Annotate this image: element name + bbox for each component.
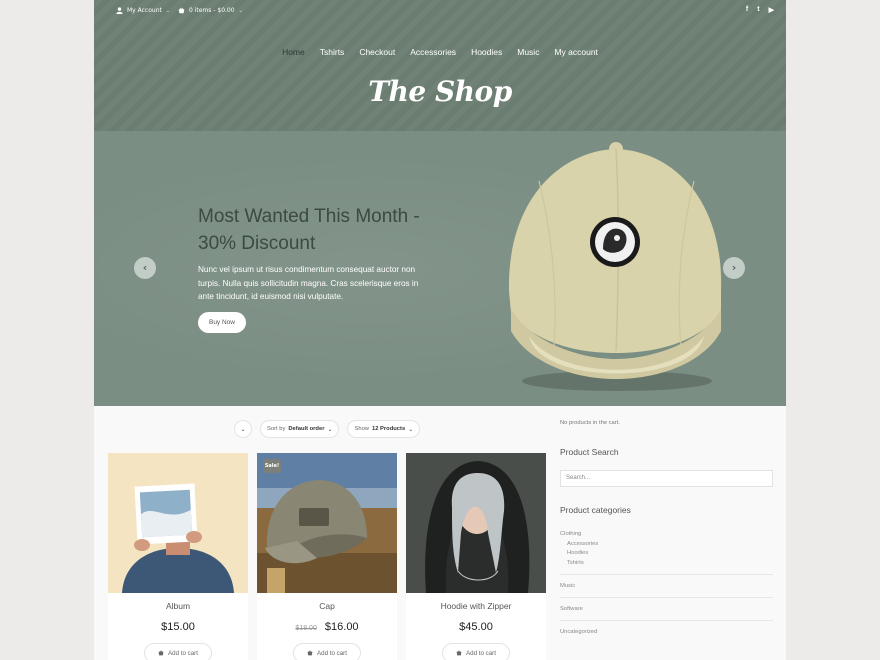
product-image-cap[interactable]: Sale!: [257, 453, 397, 593]
main-navigation: Home Tshirts Checkout Accessories Hoodie…: [94, 47, 786, 57]
nav-item-checkout[interactable]: Checkout: [359, 47, 395, 57]
mini-cart-menu[interactable]: 0 items - $0.00 ⌄: [178, 7, 243, 14]
chevron-left-icon: ‹: [142, 261, 148, 274]
category-software[interactable]: Software: [560, 606, 773, 612]
category-tshirts[interactable]: Tshirts: [560, 559, 773, 569]
show-count-select[interactable]: Show 12 Products ⌄: [347, 420, 421, 438]
cart-summary: 0 items - $0.00: [189, 7, 235, 14]
product-current-price: $15.00: [161, 621, 195, 633]
hoodie-photo: [406, 453, 546, 593]
bag-icon: [158, 650, 164, 656]
shop-toolbar: ⌄ Sort by Default order ⌄ Show 12 Produc…: [234, 420, 421, 438]
product-name[interactable]: Album: [108, 601, 248, 611]
nav-item-tshirts[interactable]: Tshirts: [320, 47, 345, 57]
show-count-value: 12 Products: [372, 426, 406, 432]
product-search-title: Product Search: [560, 447, 619, 457]
add-to-cart-label: Add to cart: [168, 649, 198, 657]
add-to-cart-button[interactable]: Add to cart: [442, 643, 510, 660]
hero-text: Nunc vel ipsum ut risus condimentum cons…: [198, 265, 419, 301]
add-to-cart-label: Add to cart: [317, 649, 347, 657]
social-links: f t ▶: [746, 6, 774, 14]
chevron-down-icon: ⌄: [165, 7, 171, 14]
cart-icon: [178, 7, 185, 14]
hero-title: Most Wanted This Month - 30% Discount: [198, 206, 420, 254]
chevron-down-icon: ⌄: [240, 426, 246, 433]
bag-icon: [307, 650, 313, 656]
cap-photo: [257, 453, 397, 593]
chevron-down-icon: ⌄: [238, 7, 243, 14]
category-clothing[interactable]: Clothing: [560, 530, 773, 540]
category-hoodies[interactable]: Hoodies: [560, 549, 773, 559]
top-bar: My Account ⌄ 0 items - $0.00 ⌄ f t ▶: [94, 0, 786, 24]
divider: [560, 620, 773, 621]
nav-item-hoodies[interactable]: Hoodies: [471, 47, 502, 57]
nav-item-home[interactable]: Home: [282, 47, 305, 57]
album-image: [108, 453, 248, 593]
sort-by-select[interactable]: Sort by Default order ⌄: [260, 420, 340, 438]
product-card[interactable]: Hoodie with Zipper $45.00 Add to cart: [406, 453, 546, 660]
product-image-hoodie[interactable]: [406, 453, 546, 593]
user-icon: [116, 7, 123, 14]
show-count-prefix: Show: [354, 426, 369, 432]
chevron-down-icon: ⌄: [327, 426, 333, 433]
youtube-icon[interactable]: ▶: [769, 6, 774, 14]
product-image-album[interactable]: [108, 453, 248, 593]
divider: [560, 574, 773, 575]
shop-sidebar: No products in the cart. Product Search …: [560, 420, 773, 635]
add-to-cart-button[interactable]: Add to cart: [144, 643, 212, 660]
product-categories-title: Product categories: [560, 505, 631, 515]
category-accessories[interactable]: Accessories: [560, 540, 773, 550]
view-toggle-button[interactable]: ⌄: [234, 420, 252, 438]
bag-icon: [456, 650, 462, 656]
product-name[interactable]: Cap: [257, 601, 397, 611]
product-price: $18.00 $16.00: [257, 621, 397, 633]
product-price: $45.00: [406, 621, 546, 633]
sort-by-prefix: Sort by: [267, 426, 286, 432]
category-list: Clothing Accessories Hoodies Tshirts Mus…: [560, 530, 773, 635]
product-current-price: $16.00: [324, 621, 359, 633]
category-uncategorized[interactable]: Uncategorized: [560, 629, 773, 635]
add-to-cart-button[interactable]: Add to cart: [293, 643, 361, 660]
my-account-label: My Account: [127, 7, 162, 14]
facebook-icon[interactable]: f: [746, 6, 748, 14]
buy-now-button[interactable]: Buy Now: [198, 312, 246, 333]
product-search-input[interactable]: Search...: [560, 470, 773, 487]
site-title[interactable]: The Shop: [94, 75, 786, 108]
nav-item-my-account[interactable]: My account: [554, 47, 597, 57]
hero-slider: Most Wanted This Month - 30% Discount Nu…: [94, 131, 786, 406]
my-account-menu[interactable]: My Account ⌄: [116, 7, 170, 14]
product-current-price: $45.00: [459, 621, 493, 633]
product-card[interactable]: Sale! Cap $18.00 $16.00 Add to cart: [257, 453, 397, 660]
slider-prev-button[interactable]: ‹: [134, 257, 156, 279]
product-name[interactable]: Hoodie with Zipper: [406, 601, 546, 611]
category-music[interactable]: Music: [560, 583, 773, 589]
sort-by-value: Default order: [288, 426, 325, 432]
chevron-down-icon: ⌄: [408, 426, 414, 433]
add-to-cart-label: Add to cart: [466, 649, 496, 657]
nav-item-accessories[interactable]: Accessories: [410, 47, 456, 57]
product-old-price: $18.00: [295, 625, 317, 632]
nav-item-music[interactable]: Music: [517, 47, 539, 57]
divider: [560, 597, 773, 598]
mini-cart-empty-message: No products in the cart.: [560, 420, 620, 426]
twitter-icon[interactable]: t: [757, 6, 759, 14]
product-card[interactable]: Album $15.00 Add to cart: [108, 453, 248, 660]
page: My Account ⌄ 0 items - $0.00 ⌄ f t ▶ Hom…: [94, 0, 786, 660]
sale-badge: Sale!: [263, 459, 281, 473]
cap-product-image: [508, 142, 722, 391]
site-header: My Account ⌄ 0 items - $0.00 ⌄ f t ▶ Hom…: [94, 0, 786, 131]
product-price: $15.00: [108, 621, 248, 633]
